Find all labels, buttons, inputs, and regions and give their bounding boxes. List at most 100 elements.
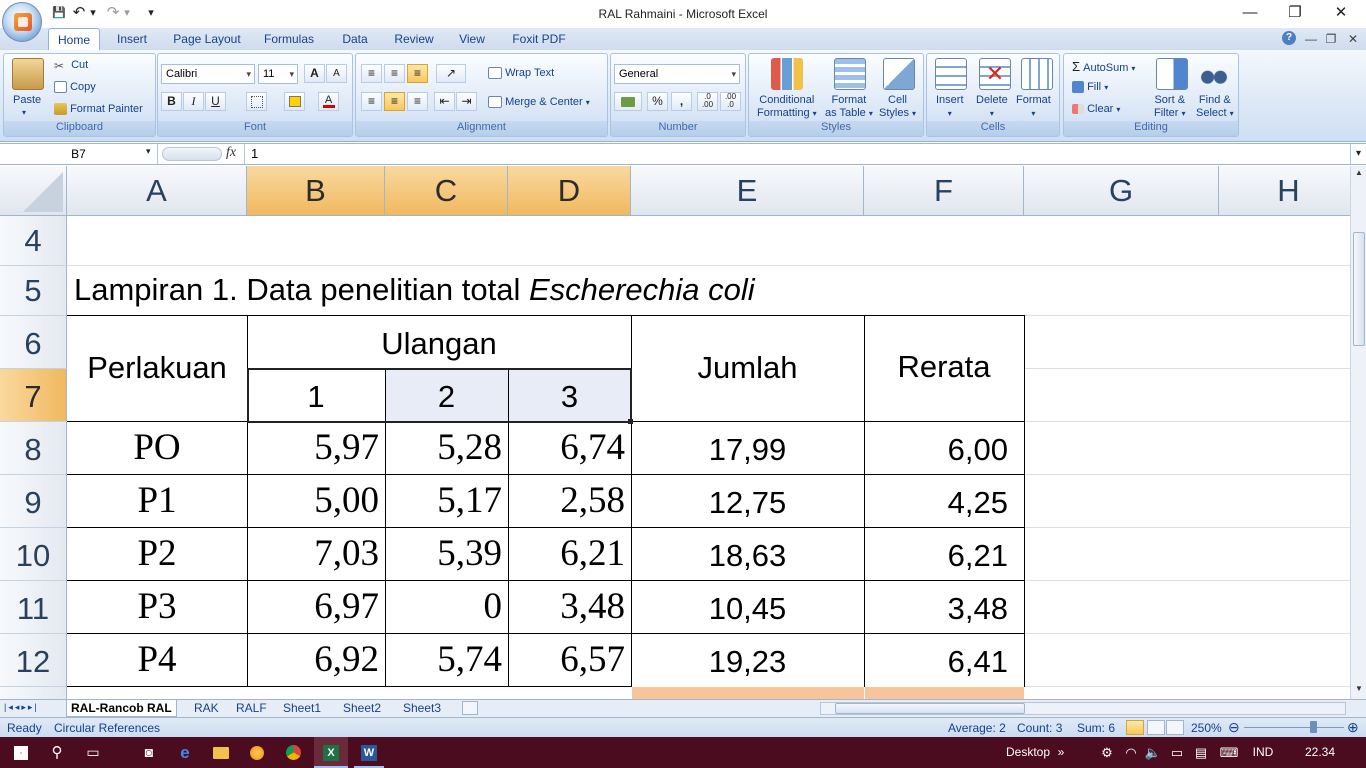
format-cells-icon[interactable] [1021, 58, 1053, 90]
sort-filter-icon[interactable] [1156, 58, 1188, 90]
battery-icon[interactable]: ▭ [1168, 737, 1186, 768]
office-button[interactable] [2, 2, 42, 42]
page-layout-view-icon[interactable] [1147, 720, 1165, 735]
align-center-button[interactable]: ≡ [384, 92, 405, 111]
percent-button[interactable]: % [647, 92, 668, 111]
zoom-slider-thumb[interactable] [1310, 721, 1317, 733]
align-right-button[interactable]: ≡ [407, 92, 428, 111]
row-header-13[interactable] [0, 687, 67, 699]
cell-u1[interactable]: 5,97 [247, 426, 379, 469]
save-icon[interactable]: 💾 [50, 5, 68, 21]
minimize-button[interactable]: — [1237, 4, 1263, 24]
conditional-formatting-button[interactable]: Conditional Formatting ▾ [757, 94, 817, 120]
fill-handle[interactable] [628, 419, 633, 424]
cell-styles-icon[interactable] [883, 58, 915, 90]
tab-insert[interactable]: Insert [110, 28, 154, 50]
cell-perlakuan[interactable]: P1 [67, 479, 247, 522]
redo-icon[interactable]: ↷ [106, 5, 120, 21]
formula-input[interactable]: 1 [251, 144, 258, 164]
ribbon-restore-icon[interactable]: ❐ [1324, 28, 1338, 50]
binoculars-icon[interactable] [1198, 58, 1230, 90]
scroll-down-icon[interactable]: ▼ [1353, 684, 1365, 694]
cell-perlakuan[interactable]: P2 [67, 532, 247, 575]
horizontal-scrollbar[interactable] [820, 702, 1346, 715]
cell-rerata[interactable]: 6,00 [864, 432, 1008, 468]
name-box-dropdown-icon[interactable]: ▾ [146, 146, 151, 157]
underline-button[interactable]: U [205, 92, 226, 111]
orange-cell-f13[interactable] [865, 687, 1024, 699]
keyboard-icon[interactable]: ⌨ [1216, 737, 1242, 768]
paste-button[interactable]: Paste [13, 94, 41, 106]
fill-button[interactable]: Fill ▾ [1072, 81, 1108, 94]
cell-rerata[interactable]: 3,48 [864, 591, 1008, 627]
zoom-level[interactable]: 250% [1191, 721, 1222, 735]
sort-filter-button[interactable]: Sort & Filter ▾ [1154, 94, 1186, 120]
align-left-button[interactable]: ≡ [361, 92, 382, 111]
cell-rerata[interactable]: 4,25 [864, 485, 1008, 521]
column-header-f[interactable]: F [864, 166, 1024, 216]
font-name-combo[interactable]: Calibri [161, 64, 255, 84]
input-language[interactable]: IND [1248, 737, 1278, 768]
name-box[interactable]: B7 [0, 144, 158, 164]
cell-perlakuan[interactable]: P4 [67, 638, 247, 681]
sheet-tab-ral-rancob[interactable]: RAL-Rancob RAL [66, 700, 177, 717]
cell-u2[interactable]: 5,17 [385, 479, 502, 522]
vertical-scroll-thumb[interactable] [1353, 232, 1365, 346]
chrome-icon[interactable] [278, 737, 308, 768]
cell-u1[interactable]: 5,00 [247, 479, 379, 522]
camera-app-icon[interactable]: ◙ [134, 737, 164, 768]
redo-dropdown-icon[interactable]: ▾ [122, 5, 132, 21]
cell-u2[interactable]: 5,39 [385, 532, 502, 575]
cell-jumlah[interactable]: 12,75 [631, 485, 864, 521]
italic-button[interactable]: I [183, 92, 204, 111]
tab-data[interactable]: Data [334, 28, 376, 50]
wrap-text-button[interactable]: Wrap Text [488, 67, 554, 80]
vertical-scrollbar[interactable]: ▲ ▼ [1350, 166, 1366, 699]
paste-icon[interactable] [12, 58, 44, 90]
worksheet-grid[interactable]: A B C D E F G H 4 5 6 7 8 9 10 11 12 Lam… [0, 166, 1350, 699]
cell-jumlah[interactable]: 17,99 [631, 432, 864, 468]
header-perlakuan[interactable]: Perlakuan [67, 350, 247, 386]
cell-u2[interactable]: 5,74 [385, 638, 502, 681]
format-as-table-button[interactable]: Format as Table ▾ [825, 94, 873, 120]
sheet-title[interactable]: Lampiran 1. Data penelitian total Escher… [74, 272, 755, 308]
cell-u3[interactable]: 6,21 [508, 532, 625, 575]
undo-dropdown-icon[interactable]: ▾ [88, 5, 98, 21]
sheet-tab-ralf[interactable]: RALF [232, 700, 271, 717]
cell-u1[interactable]: 6,97 [247, 585, 379, 628]
volume-icon[interactable]: 🔈 [1144, 737, 1162, 768]
font-size-combo[interactable]: 11 [258, 64, 298, 84]
cut-button[interactable]: ✂ Cut [54, 59, 88, 73]
header-rerata[interactable]: Rerata [864, 349, 1024, 385]
cell-u2[interactable]: 0 [385, 585, 503, 628]
column-header-g[interactable]: G [1024, 166, 1219, 216]
cell-jumlah[interactable]: 18,63 [631, 538, 864, 574]
expand-formula-bar-icon[interactable]: ▾ [1350, 144, 1366, 164]
grow-font-button[interactable]: A [304, 64, 325, 83]
undo-icon[interactable]: ↶ [72, 5, 86, 21]
header-ulangan[interactable]: Ulangan [247, 326, 631, 362]
cell-u3[interactable]: 3,48 [508, 585, 625, 628]
zoom-in-icon[interactable]: ⊕ [1347, 719, 1359, 736]
increase-indent-button[interactable]: ⇥ [456, 92, 477, 111]
cell-styles-button[interactable]: Cell Styles ▾ [879, 94, 916, 120]
column-header-c[interactable]: C [385, 166, 508, 216]
normal-view-icon[interactable] [1126, 720, 1144, 735]
media-app-icon[interactable] [242, 737, 272, 768]
close-button[interactable]: ✕ [1328, 4, 1354, 24]
rep-label-1[interactable]: 1 [247, 379, 385, 415]
tab-home[interactable]: Home [48, 28, 100, 50]
zoom-out-icon[interactable]: ⊖ [1228, 719, 1240, 736]
sheet-tab-sheet3[interactable]: Sheet3 [399, 700, 445, 717]
borders-button[interactable] [246, 92, 267, 111]
cell-perlakuan[interactable]: P3 [67, 585, 247, 628]
insert-cells-icon[interactable] [935, 58, 967, 90]
row-header-10[interactable]: 10 [0, 528, 67, 581]
system-clock[interactable]: 22.34 [1300, 737, 1340, 768]
format-button[interactable]: Format ▾ [1016, 94, 1051, 120]
status-circular-references[interactable]: Circular References [54, 721, 160, 735]
help-icon[interactable]: ? [1282, 31, 1296, 45]
word-taskbar-icon[interactable]: W [354, 737, 384, 768]
copy-button[interactable]: Copy [54, 81, 96, 94]
header-jumlah[interactable]: Jumlah [631, 350, 864, 386]
